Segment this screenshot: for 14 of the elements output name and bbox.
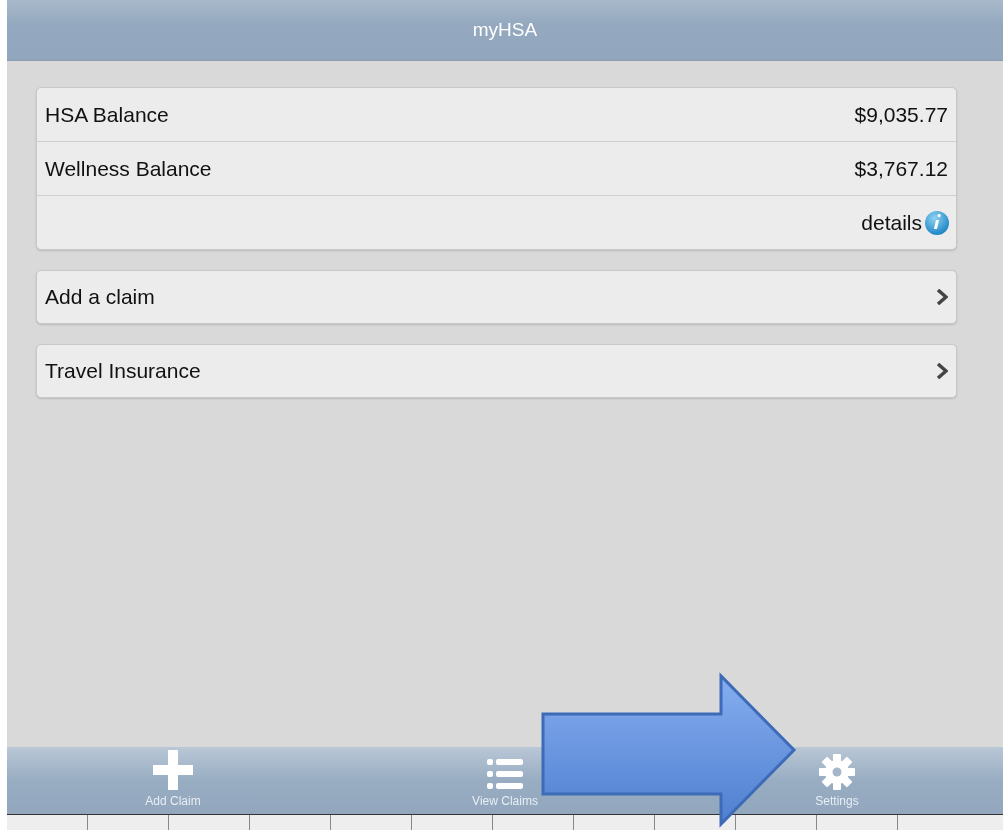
settings-icon	[819, 754, 855, 790]
balance-label: HSA Balance	[45, 102, 169, 127]
plus-icon	[153, 750, 193, 790]
menu-item[interactable]: Add a claim	[37, 271, 956, 323]
app-title: myHSA	[472, 19, 538, 41]
balance-amount: $3,767.12	[854, 156, 948, 181]
balance-amount: $9,035.77	[854, 102, 948, 127]
list-icon	[487, 758, 523, 790]
chevron-icon	[936, 289, 948, 305]
menu-item[interactable]: Travel Insurance	[37, 345, 956, 397]
balance-label: Wellness Balance	[45, 156, 212, 181]
info-icon	[924, 209, 950, 236]
chevron-icon	[936, 363, 948, 379]
details-link[interactable]: details	[861, 209, 950, 236]
